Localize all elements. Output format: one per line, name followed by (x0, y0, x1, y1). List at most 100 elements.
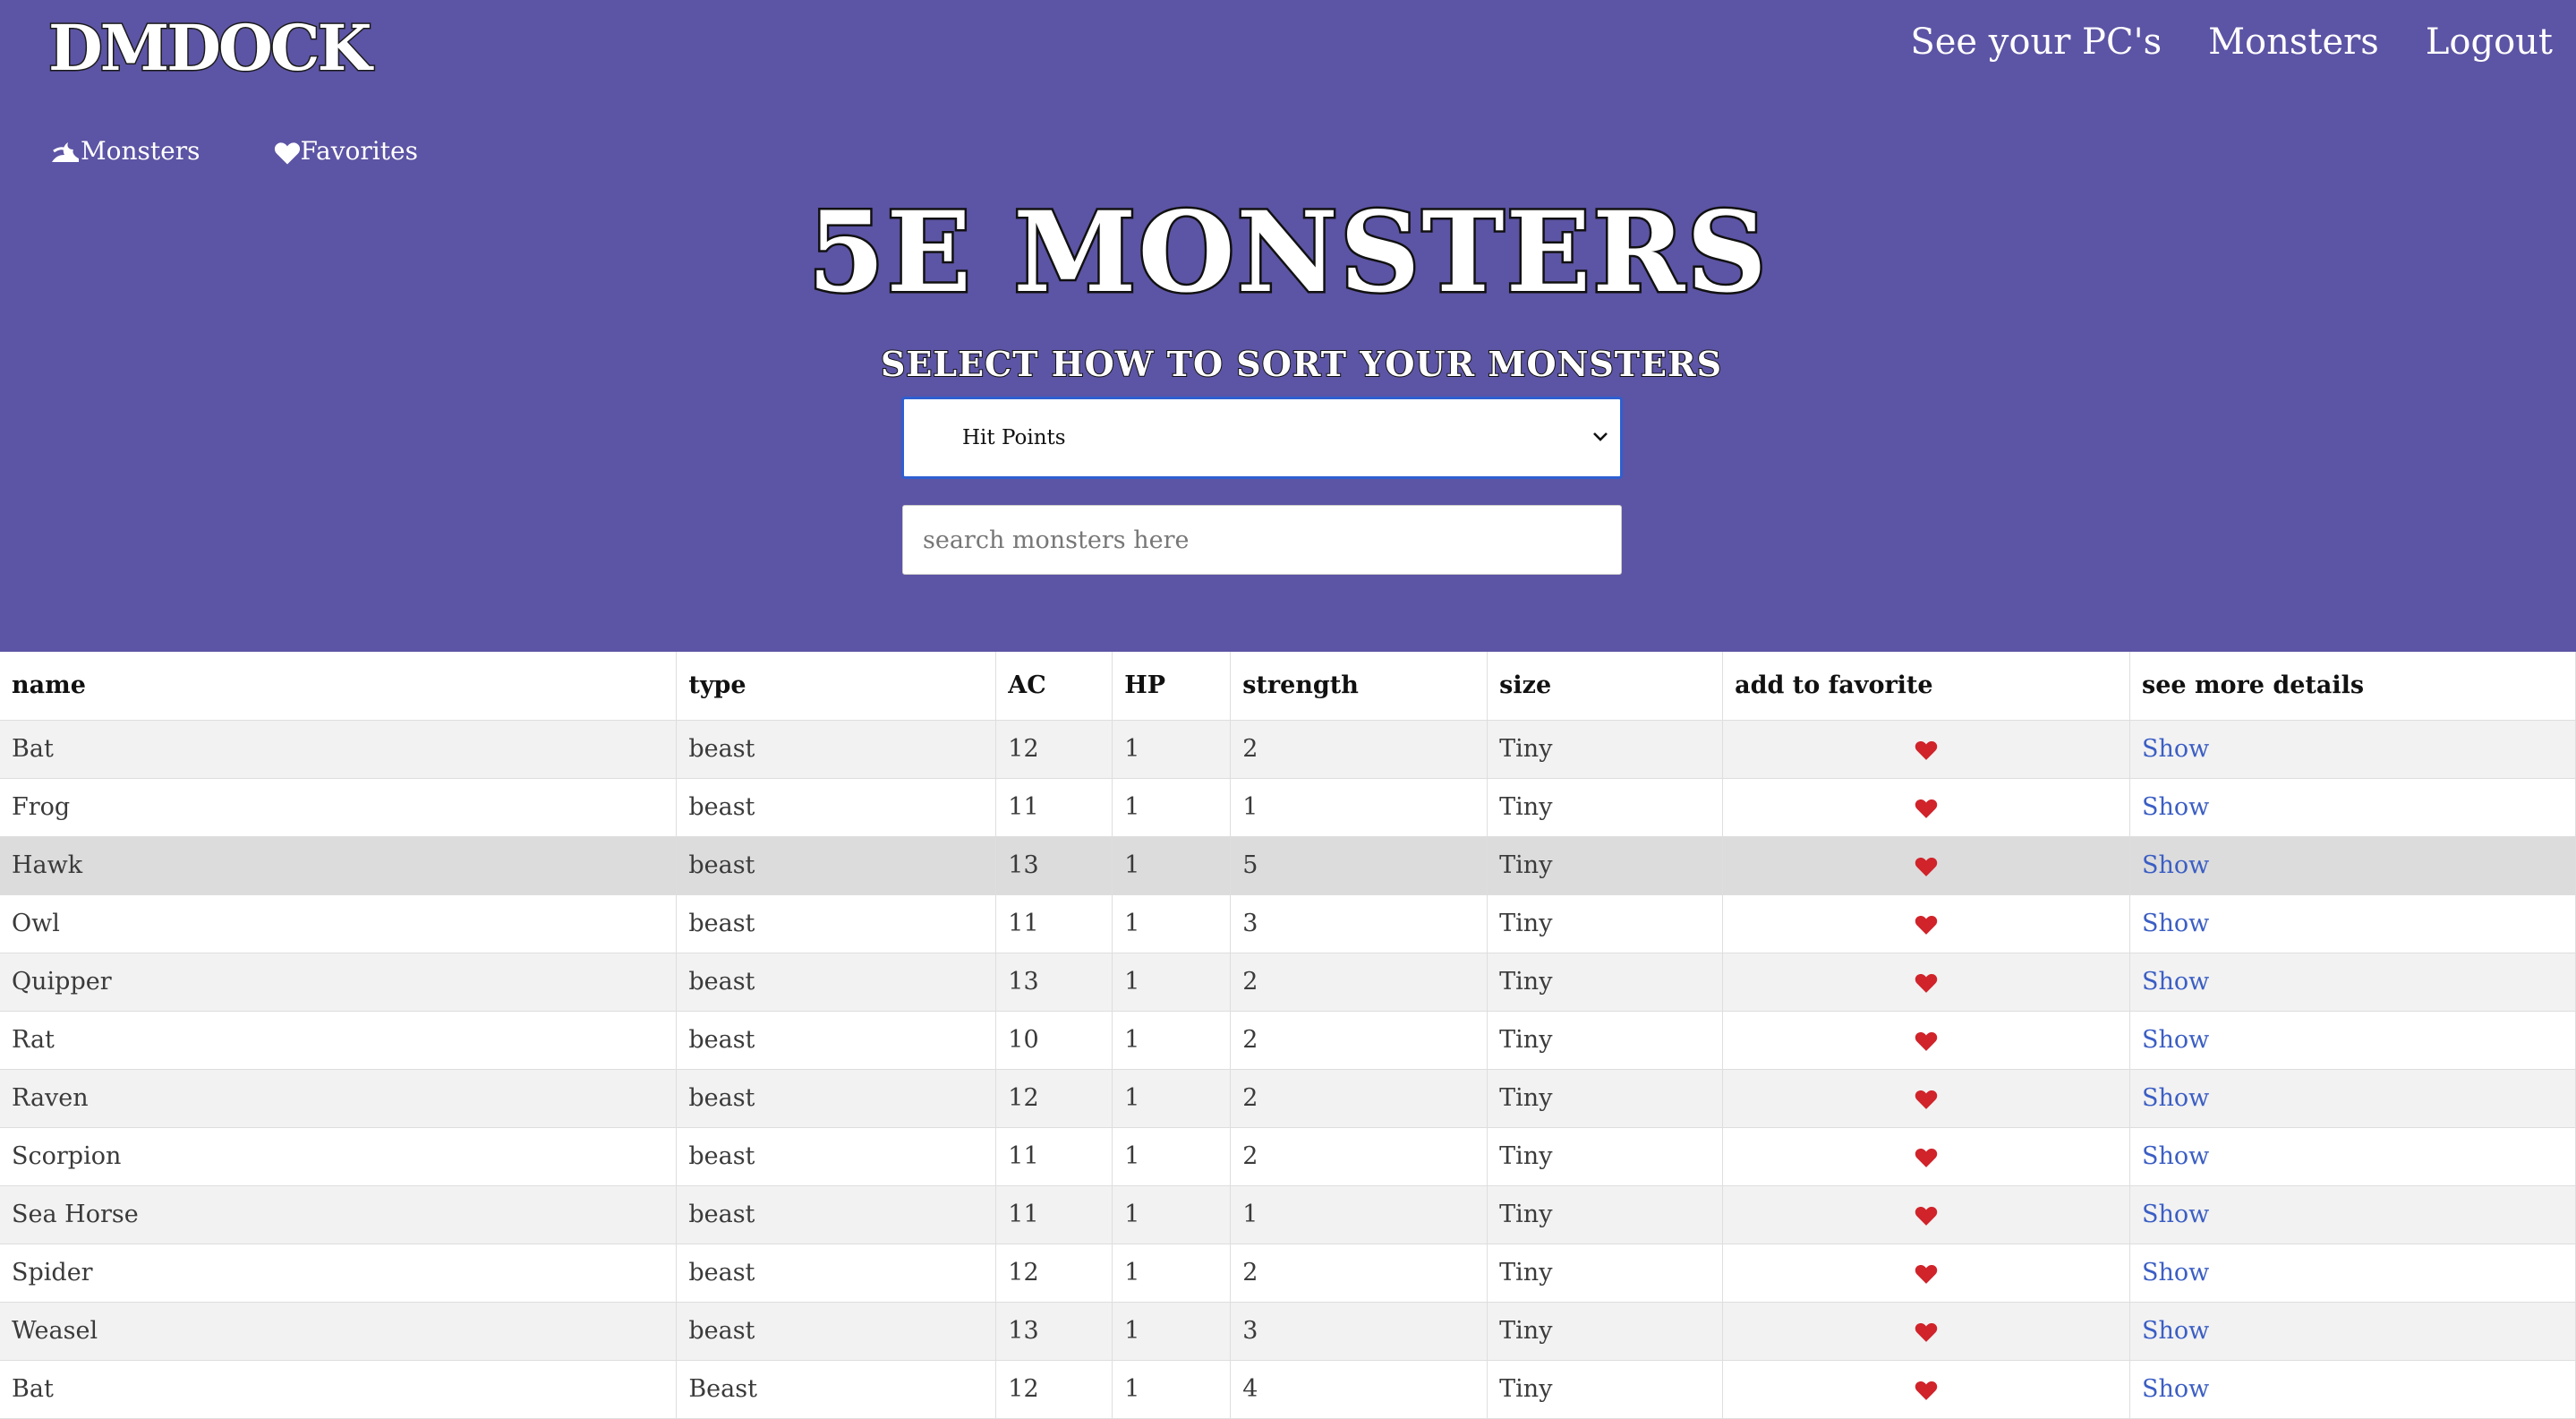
table-row: Sea Horse beast 11 1 1 Tiny Show (0, 1185, 2576, 1244)
sort-select[interactable]: Hit Points (901, 397, 1623, 479)
cell-strength: 5 (1230, 836, 1488, 895)
show-details-link[interactable]: Show (2142, 793, 2209, 821)
heart-icon (1915, 1148, 1938, 1167)
col-header-add-to-favorite[interactable]: add to favorite (1722, 652, 2131, 721)
cell-type: beast (676, 1244, 997, 1303)
cell-type: beast (676, 1302, 997, 1361)
heart-icon (1915, 915, 1938, 935)
cell-size: Tiny (1487, 1360, 1724, 1419)
cell-type: beast (676, 1011, 997, 1070)
cell-details: Show (2129, 778, 2576, 837)
table-row: Hawk beast 13 1 5 Tiny Show (0, 836, 2576, 895)
cell-details: Show (2129, 1185, 2576, 1244)
favorite-button[interactable] (1722, 720, 2131, 779)
table-row: Bat beast 12 1 2 Tiny Show (0, 720, 2576, 779)
nav-see-your-pcs[interactable]: See your PC's (1910, 21, 2162, 63)
col-header-hp[interactable]: HP (1112, 652, 1232, 721)
table-row: Owl beast 11 1 3 Tiny Show (0, 894, 2576, 953)
col-header-see-more-details[interactable]: see more details (2129, 652, 2576, 721)
show-details-link[interactable]: Show (2142, 1142, 2209, 1170)
cell-details: Show (2129, 1244, 2576, 1303)
favorite-button[interactable] (1722, 1244, 2131, 1303)
favorite-button[interactable] (1722, 778, 2131, 837)
table-header-row: name type AC HP strength size add to fav… (0, 652, 2576, 721)
show-details-link[interactable]: Show (2142, 968, 2209, 996)
show-details-link[interactable]: Show (2142, 1317, 2209, 1345)
subnav-favorites[interactable]: Favorites (274, 136, 418, 166)
cell-strength: 3 (1230, 894, 1488, 953)
cell-hp: 1 (1112, 720, 1232, 779)
col-header-name[interactable]: name (0, 652, 678, 721)
heart-icon (1915, 1206, 1938, 1226)
cell-type: beast (676, 894, 997, 953)
search-input[interactable] (902, 505, 1622, 575)
show-details-link[interactable]: Show (2142, 735, 2209, 763)
heart-icon (1915, 1264, 1938, 1284)
table-row: Raven beast 12 1 2 Tiny Show (0, 1069, 2576, 1128)
favorite-button[interactable] (1722, 1302, 2131, 1361)
favorite-button[interactable] (1722, 1011, 2131, 1070)
cell-strength: 2 (1230, 1127, 1488, 1186)
favorite-button[interactable] (1722, 1185, 2131, 1244)
col-header-type[interactable]: type (676, 652, 997, 721)
nav-monsters[interactable]: Monsters (2208, 21, 2379, 63)
col-header-ac[interactable]: AC (995, 652, 1113, 721)
header: DMDOCK See your PC's Monsters Logout Mon… (0, 0, 2576, 652)
cell-size: Tiny (1487, 894, 1724, 953)
favorite-button[interactable] (1722, 836, 2131, 895)
cell-name: Bat (0, 1360, 678, 1419)
subnav-monsters[interactable]: Monsters (50, 136, 200, 166)
table-row: Frog beast 11 1 1 Tiny Show (0, 778, 2576, 837)
show-details-link[interactable]: Show (2142, 910, 2209, 937)
cell-strength: 2 (1230, 953, 1488, 1012)
table-row: Quipper beast 13 1 2 Tiny Show (0, 953, 2576, 1012)
cell-name: Bat (0, 720, 678, 779)
heart-icon (1915, 1322, 1938, 1342)
cell-type: Beast (676, 1360, 997, 1419)
table-row: Scorpion beast 11 1 2 Tiny Show (0, 1127, 2576, 1186)
favorite-button[interactable] (1722, 953, 2131, 1012)
cell-strength: 2 (1230, 1011, 1488, 1070)
show-details-link[interactable]: Show (2142, 1084, 2209, 1112)
heart-icon (1915, 973, 1938, 993)
cell-strength: 4 (1230, 1360, 1488, 1419)
cell-ac: 13 (995, 1302, 1113, 1361)
cell-details: Show (2129, 720, 2576, 779)
cell-hp: 1 (1112, 1011, 1232, 1070)
col-header-strength[interactable]: strength (1230, 652, 1488, 721)
cell-ac: 12 (995, 720, 1113, 779)
cell-ac: 11 (995, 778, 1113, 837)
cell-ac: 12 (995, 1360, 1113, 1419)
cell-details: Show (2129, 953, 2576, 1012)
cell-ac: 11 (995, 1127, 1113, 1186)
cell-size: Tiny (1487, 1302, 1724, 1361)
heart-icon (1915, 1090, 1938, 1109)
favorite-button[interactable] (1722, 1360, 2131, 1419)
cell-size: Tiny (1487, 1185, 1724, 1244)
cell-hp: 1 (1112, 1244, 1232, 1303)
cell-type: beast (676, 836, 997, 895)
show-details-link[interactable]: Show (2142, 1201, 2209, 1228)
show-details-link[interactable]: Show (2142, 1375, 2209, 1403)
favorite-button[interactable] (1722, 1127, 2131, 1186)
show-details-link[interactable]: Show (2142, 851, 2209, 879)
cell-name: Frog (0, 778, 678, 837)
favorite-button[interactable] (1722, 1069, 2131, 1128)
nav-logout[interactable]: Logout (2426, 21, 2553, 63)
cell-hp: 1 (1112, 894, 1232, 953)
show-details-link[interactable]: Show (2142, 1259, 2209, 1287)
cell-details: Show (2129, 1302, 2576, 1361)
table-row: Rat beast 10 1 2 Tiny Show (0, 1011, 2576, 1070)
cell-hp: 1 (1112, 836, 1232, 895)
brand-logo[interactable]: DMDOCK (47, 10, 372, 87)
cell-hp: 1 (1112, 1185, 1232, 1244)
show-details-link[interactable]: Show (2142, 1026, 2209, 1054)
col-header-size[interactable]: size (1487, 652, 1724, 721)
heart-icon (1915, 857, 1938, 876)
cell-strength: 2 (1230, 720, 1488, 779)
cell-size: Tiny (1487, 1127, 1724, 1186)
monsters-table: name type AC HP strength size add to fav… (0, 652, 2576, 1419)
cell-hp: 1 (1112, 778, 1232, 837)
heart-icon (1915, 740, 1938, 760)
favorite-button[interactable] (1722, 894, 2131, 953)
